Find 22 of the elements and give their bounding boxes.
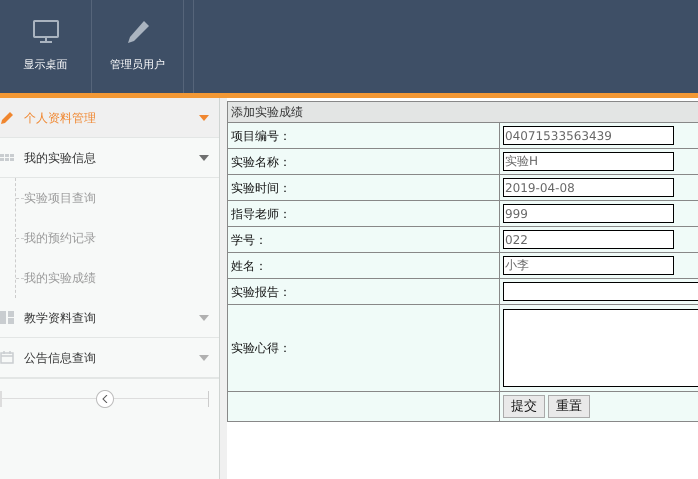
collapse-button[interactable] bbox=[96, 390, 114, 408]
sidebar-label: 个人资料管理 bbox=[24, 110, 97, 126]
input-field[interactable] bbox=[503, 282, 698, 301]
sidebar-label: 我的实验信息 bbox=[24, 150, 97, 166]
input-field[interactable]: 022 bbox=[503, 230, 674, 249]
chevron-left-icon bbox=[102, 394, 108, 402]
input-field[interactable]: 实验H bbox=[503, 152, 674, 171]
form-button[interactable]: 提交 bbox=[503, 395, 545, 418]
sidebar-item[interactable]: 教学资料查询 bbox=[0, 298, 219, 338]
sidebar-label: 教学资料查询 bbox=[24, 310, 97, 326]
sidebar-label: 公告信息查询 bbox=[24, 350, 97, 366]
input-field[interactable]: 2019-04-08 bbox=[503, 178, 674, 197]
monitor-icon bbox=[32, 19, 60, 46]
form-button[interactable]: 重置 bbox=[548, 395, 590, 418]
input-field[interactable]: 04071533563439 bbox=[503, 126, 674, 145]
input-field[interactable]: 999 bbox=[503, 204, 674, 223]
sidebar-item[interactable]: 我的实验信息 bbox=[0, 138, 219, 178]
pencil-icon bbox=[0, 110, 14, 124]
input-field[interactable]: 小李 bbox=[503, 256, 674, 275]
form-title: 添加实验成绩 bbox=[228, 102, 698, 122]
textarea-field[interactable] bbox=[503, 309, 698, 387]
sidebar-item[interactable]: 公告信息查询 bbox=[0, 338, 219, 378]
